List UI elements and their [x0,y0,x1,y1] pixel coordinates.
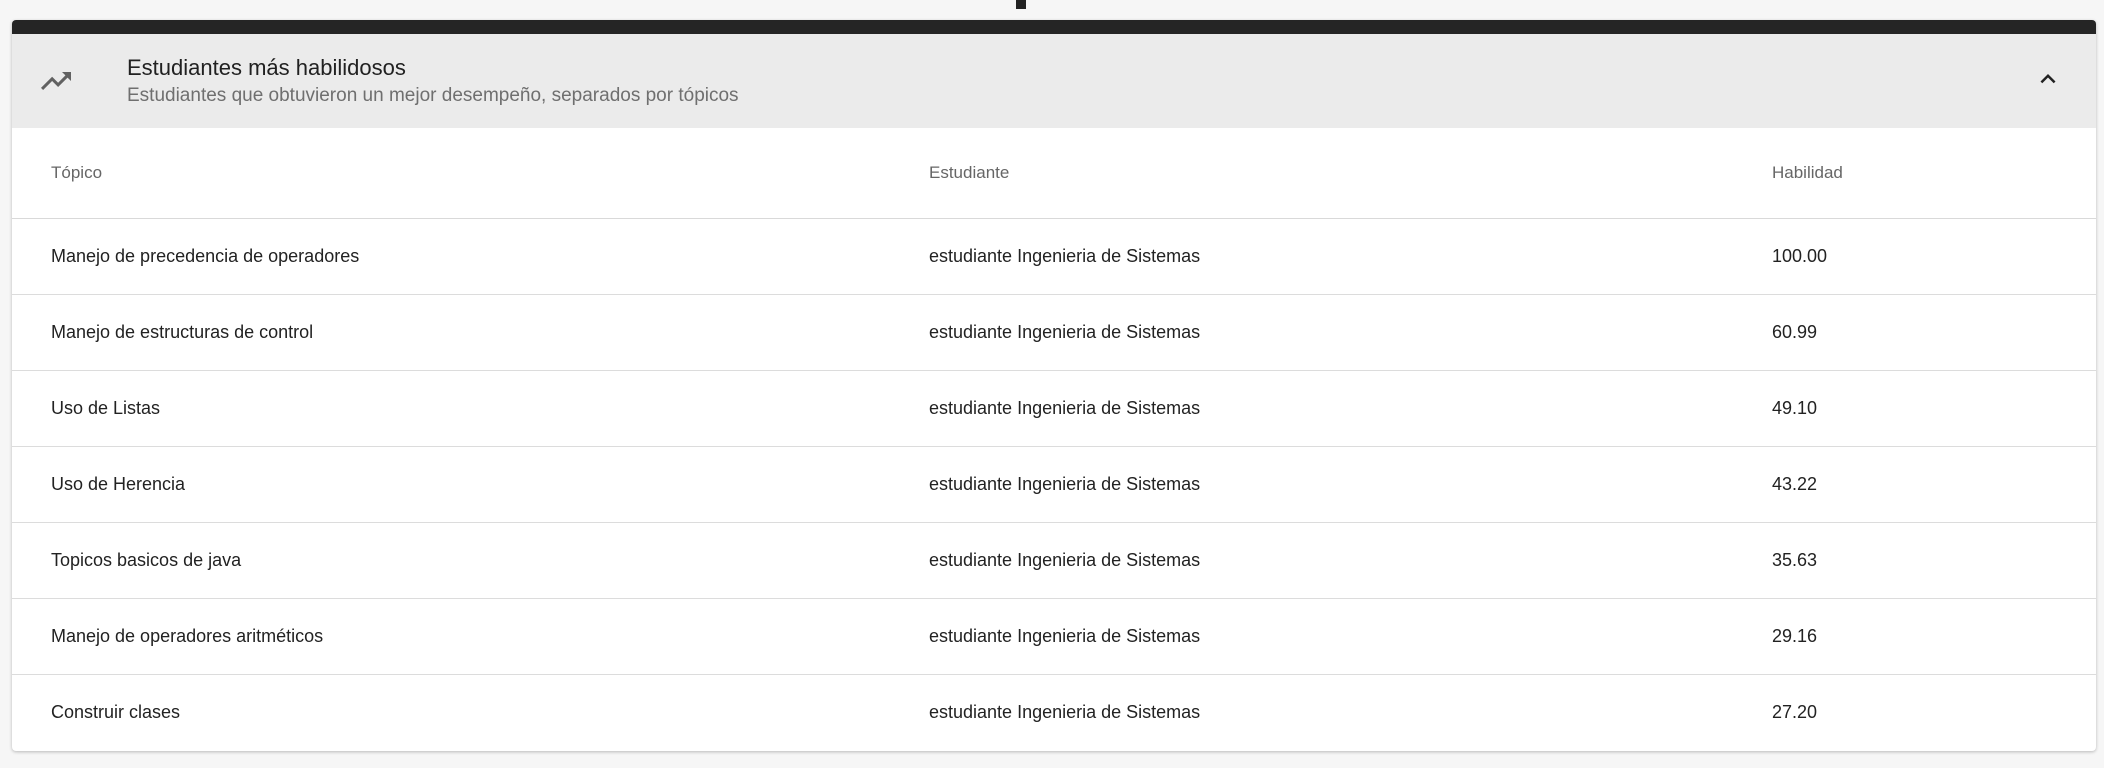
cell-skill: 49.10 [1772,370,2096,447]
trending-up-icon [36,61,76,101]
cell-skill: 27.20 [1772,702,1818,722]
column-header-topic: Tópico [12,128,929,219]
cell-skill: 100.00 [1772,218,2096,295]
panel-top-border [12,20,2096,34]
cell-student: estudiante Ingenieria de Sistemas [929,294,1772,371]
cell-topic: Topicos basicos de java [12,522,929,599]
collapse-button[interactable] [2028,61,2068,101]
cell-skill: 29.16 [1772,598,2096,675]
cell-student: estudiante Ingenieria de Sistemas [929,446,1772,523]
table-row: Construir clases estudiante Ingenieria d… [12,675,2096,751]
page: Estudiantes más habilidosos Estudiantes … [0,0,2104,768]
table-header-row: Tópico Estudiante Habilidad [12,128,2096,219]
cell-topic: Manejo de precedencia de operadores [12,218,929,295]
cell-student: estudiante Ingenieria de Sistemas [929,522,1772,599]
cell-topic: Uso de Listas [12,370,929,447]
panel-header[interactable]: Estudiantes más habilidosos Estudiantes … [12,34,2096,128]
cell-student: estudiante Ingenieria de Sistemas [929,218,1772,295]
cropped-heading-fragment [1016,0,1026,9]
panel-header-text: Estudiantes más habilidosos Estudiantes … [127,53,739,109]
cell-skill: 43.22 [1772,446,2096,523]
cell-student: estudiante Ingenieria de Sistemas [929,702,1201,722]
cell-student: estudiante Ingenieria de Sistemas [929,598,1772,675]
table-row: Manejo de precedencia de operadores estu… [12,218,2096,295]
cell-topic: Manejo de operadores aritméticos [12,598,929,675]
skills-table: Tópico Estudiante Habilidad Manejo de pr… [12,128,2096,750]
cell-student: estudiante Ingenieria de Sistemas [929,370,1772,447]
cell-topic: Construir clases [51,702,181,722]
table-row: Topicos basicos de java estudiante Ingen… [12,522,2096,599]
chevron-up-icon [2033,64,2063,99]
panel-subtitle: Estudiantes que obtuvieron un mejor dese… [127,85,739,106]
table-row: Uso de Listas estudiante Ingenieria de S… [12,370,2096,447]
column-header-skill: Habilidad [1772,128,2096,219]
cell-skill: 35.63 [1772,522,2096,599]
cell-skill: 60.99 [1772,294,2096,371]
cell-topic: Manejo de estructuras de control [12,294,929,371]
table-row: Manejo de operadores aritméticos estudia… [12,598,2096,675]
panel-title: Estudiantes más habilidosos [127,55,406,80]
cell-topic: Uso de Herencia [12,446,929,523]
column-header-student: Estudiante [929,128,1772,219]
skilled-students-panel: Estudiantes más habilidosos Estudiantes … [12,20,2096,751]
table-row: Manejo de estructuras de control estudia… [12,294,2096,371]
table-row: Uso de Herencia estudiante Ingenieria de… [12,446,2096,523]
